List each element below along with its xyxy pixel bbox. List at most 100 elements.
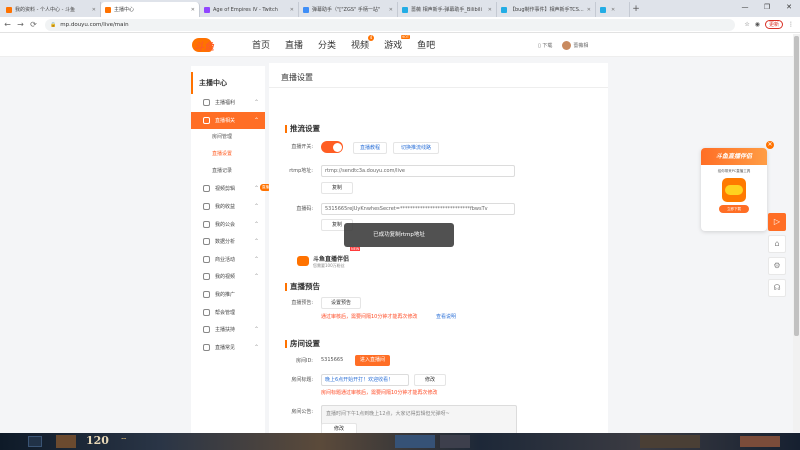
chevron-icon: ⌃ — [253, 238, 259, 246]
chevron-icon: ⌃ — [253, 116, 259, 124]
sidebar-sub-room-manage[interactable]: 房间管理 — [191, 129, 265, 146]
sidebar-item-my-videos[interactable]: 我的视频 ⌃ — [191, 268, 265, 286]
favicon-icon — [600, 6, 606, 13]
star-icon[interactable]: ☆ — [744, 21, 749, 28]
close-tab-icon[interactable]: ✕ — [290, 7, 294, 13]
wallet-icon — [203, 203, 210, 211]
close-tab-icon[interactable]: ✕ — [488, 7, 492, 13]
background-game-strip: 120 ⌔ — [0, 433, 800, 450]
resource-count: 120 — [86, 434, 109, 447]
enter-room-button[interactable]: 进入直播间 — [355, 355, 391, 366]
edit-title-button[interactable]: 修改 — [414, 374, 446, 386]
sidebar-item-anchor-welfare[interactable]: 主播福利 ⌃ — [191, 94, 265, 112]
chevron-icon: ⌃ — [253, 255, 259, 263]
rtmp-url-field[interactable]: rtmp://sendtc3a.douyu.com/live — [321, 165, 515, 177]
url-field[interactable]: 🔒 mp.douyu.com/live/main — [45, 18, 735, 31]
back-icon[interactable]: ← — [2, 20, 13, 29]
close-tab-icon[interactable]: ✕ — [587, 7, 591, 13]
promotion-icon — [203, 291, 210, 299]
game-unit-icon — [395, 435, 435, 448]
user-menu[interactable]: 蔷薇相 — [562, 41, 588, 50]
favicon-icon — [204, 6, 210, 13]
close-tab-icon[interactable]: ✕ — [92, 7, 96, 13]
sidebar-sub-live-records[interactable]: 直播记录 — [191, 163, 265, 180]
favicon-icon — [501, 6, 507, 13]
sidebar-item-clan[interactable]: 帮会管理 — [191, 303, 265, 321]
chevron-icon: ⌃ — [253, 326, 259, 334]
sidebar-item-video-clip[interactable]: 视频剪辑 ⌃ 直播 — [191, 180, 271, 198]
help-icon — [203, 343, 210, 351]
close-icon[interactable]: ✕ — [766, 141, 774, 149]
avatar — [562, 41, 572, 50]
douyu-logo[interactable]: 斗鱼 — [192, 38, 214, 53]
preview-label: 直播预告: — [291, 300, 313, 306]
promo-text: 斗鱼直播伴侣 您需要100万粉丝 — [313, 255, 350, 268]
edit-announcement-button[interactable]: 修改 — [321, 423, 357, 433]
menu-home[interactable]: 首页 — [252, 38, 270, 51]
live-icon — [203, 116, 210, 124]
set-preview-button[interactable]: 设置预告 — [321, 297, 361, 309]
chart-icon — [203, 238, 210, 246]
sidebar-item-faq[interactable]: 直播常见 ⌃ — [191, 339, 265, 357]
settings-icon[interactable]: ⚙ — [768, 257, 786, 275]
live-play-icon[interactable]: ▷ — [768, 213, 786, 231]
forward-icon[interactable]: → — [15, 20, 26, 29]
page-scrollbar[interactable] — [793, 34, 800, 432]
menu-video[interactable]: 视频 4 — [351, 35, 375, 51]
support-icon — [203, 326, 210, 334]
home-icon[interactable]: ⌂ — [768, 235, 786, 253]
profile-icon[interactable]: ◉ — [755, 21, 760, 28]
companion-float-card[interactable]: 斗鱼直播伴侣 给你带来PC直播工具 立即下载 — [701, 148, 767, 231]
switch-line-button[interactable]: 切换推流线路 — [393, 142, 439, 154]
headset-icon[interactable]: ☊ — [768, 279, 786, 297]
sidebar-item-live-related[interactable]: 直播相关 ⌃ — [191, 111, 265, 130]
menu-game[interactable]: 游戏 HOT — [384, 35, 411, 51]
sidebar-item-income[interactable]: 我的收益 ⌃ — [191, 198, 265, 216]
stream-code-field[interactable]: 5315665reJUyKnwhesSecret=***************… — [321, 203, 515, 215]
room-title-label: 房间标题: — [291, 377, 313, 383]
game-badge: HOT — [400, 35, 411, 39]
browser-tab[interactable]: 蔷薇 相声新手-弹幕助手_Bilibili ✕ — [398, 2, 497, 17]
browser-tab[interactable]: 我的资料 - 个人中心 - 斗鱼 ✕ — [2, 2, 101, 17]
browser-tab[interactable]: Age of Empires IV - Twitch ✕ — [200, 2, 299, 17]
browser-tab[interactable]: 【bug制作事件】相声新手TCS... ✕ — [497, 2, 596, 17]
menu-category[interactable]: 分类 — [318, 38, 336, 51]
game-portrait-icon — [56, 435, 76, 448]
room-id-value: 5315665 — [321, 357, 344, 363]
video-icon — [203, 185, 210, 193]
copy-rtmp-button[interactable]: 复制 — [321, 182, 353, 194]
browser-tab[interactable]: 弹幕助手（"["ZGS" 手柄一站" ✕ — [299, 2, 398, 17]
companion-promo[interactable]: 斗鱼直播伴侣 您需要100万粉丝 NEW — [294, 246, 433, 276]
minimize-icon[interactable]: — — [734, 0, 756, 14]
sidebar-item-promotion[interactable]: 我的推广 — [191, 286, 265, 304]
chevron-icon: ⌃ — [253, 203, 259, 211]
address-bar: ← → ⟳ 🔒 mp.douyu.com/live/main ☆ ◉ 更新 ⋮ — [0, 17, 800, 33]
new-tab-button[interactable]: + — [630, 2, 642, 17]
sidebar-item-business[interactable]: 商业活动 ⌃ — [191, 251, 265, 269]
reload-icon[interactable]: ⟳ — [28, 20, 39, 29]
sidebar-item-analytics[interactable]: 数据分析 ⌃ — [191, 233, 265, 251]
live-tutorial-button[interactable]: 直播教程 — [353, 142, 387, 154]
maximize-icon[interactable]: ❐ — [756, 0, 778, 14]
update-button[interactable]: 更新 — [764, 20, 783, 29]
sidebar-item-guild[interactable]: 我的公会 ⌃ — [191, 215, 265, 233]
close-window-icon[interactable]: ✕ — [778, 0, 800, 14]
menu-live[interactable]: 直播 — [285, 38, 303, 51]
view-instructions-link[interactable]: 查看说明 — [436, 313, 456, 320]
browser-tab[interactable]: ✕ — [596, 2, 630, 17]
sidebar-sub-live-settings[interactable]: 直播设置 — [191, 146, 265, 163]
chevron-icon: ⌃ — [253, 343, 259, 351]
browser-tab-active[interactable]: 主播中心 ✕ — [101, 2, 200, 17]
close-tab-icon[interactable]: ✕ — [191, 7, 195, 13]
scrollbar-thumb[interactable] — [794, 36, 799, 336]
close-tab-icon[interactable]: ✕ — [389, 7, 393, 13]
download-link[interactable]: ▯ 下载 — [538, 42, 552, 49]
download-now-button[interactable]: 立即下载 — [719, 205, 749, 213]
live-toggle[interactable] — [321, 141, 343, 153]
sidebar-item-support[interactable]: 主播扶持 ⌃ — [191, 321, 265, 339]
app-icon — [722, 178, 746, 202]
close-tab-icon[interactable]: ✕ — [611, 7, 615, 13]
room-title-field[interactable]: 晚上6点开始开打！欢迎收看！ — [321, 374, 409, 386]
menu-fishbar[interactable]: 鱼吧 — [417, 38, 435, 51]
menu-icon[interactable]: ⋮ — [788, 21, 794, 28]
